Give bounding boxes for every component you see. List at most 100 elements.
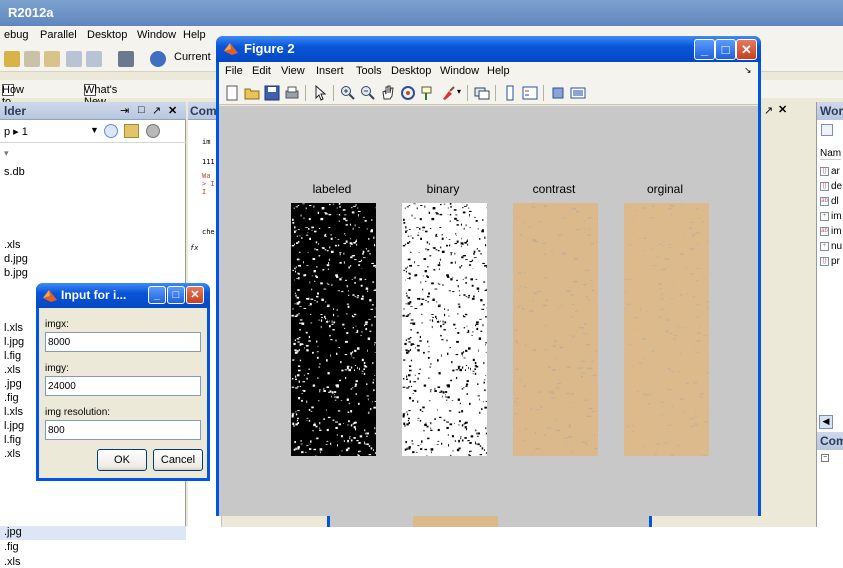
print-icon[interactable] <box>284 85 300 101</box>
help-icon[interactable] <box>150 51 166 67</box>
paste-icon[interactable] <box>44 51 60 67</box>
menu-desktop[interactable]: Desktop <box>391 65 431 77</box>
link-plot-icon[interactable] <box>474 85 490 101</box>
imgy-field[interactable] <box>45 376 201 396</box>
redo-icon[interactable] <box>86 51 102 67</box>
menu-file[interactable]: File <box>225 65 243 77</box>
menu-tools[interactable]: Tools <box>356 65 382 77</box>
list-item[interactable]: .xls <box>4 239 21 251</box>
list-item[interactable]: l.fig <box>4 350 21 362</box>
cancel-button[interactable]: Cancel <box>153 449 203 471</box>
binary-image[interactable] <box>402 203 487 456</box>
dock-arrow-icon[interactable]: ↘ <box>744 65 752 76</box>
scroll-left-icon[interactable]: ◀ <box>819 415 833 429</box>
list-item[interactable]: l.xls <box>4 322 23 334</box>
search-icon[interactable] <box>104 124 118 138</box>
imgx-field[interactable] <box>45 332 201 352</box>
close-icon[interactable]: ✕ <box>168 104 177 117</box>
list-item[interactable]: .xls <box>4 448 21 460</box>
colorbar-icon[interactable] <box>502 85 518 101</box>
maximize-button[interactable]: □ <box>167 286 185 304</box>
brush-icon[interactable] <box>440 85 456 101</box>
workspace-row[interactable]: {}de <box>820 181 842 192</box>
undo-icon[interactable] <box>66 51 82 67</box>
original-image[interactable] <box>624 203 709 456</box>
workspace-row[interactable]: +nu <box>820 241 842 252</box>
menu-window[interactable]: Window <box>137 29 176 41</box>
toolbar-separator <box>333 85 334 101</box>
command-line: 111 <box>202 158 215 166</box>
figure-title: Figure 2 <box>244 41 295 56</box>
list-item[interactable]: b.jpg <box>4 267 28 279</box>
maximize-icon[interactable]: □ <box>138 104 145 116</box>
list-item[interactable]: l.jpg <box>4 420 24 432</box>
gear-icon[interactable] <box>146 124 160 138</box>
list-item[interactable]: .xls <box>4 364 21 376</box>
list-item[interactable]: .fig <box>4 541 19 553</box>
list-item[interactable]: l.fig <box>4 434 21 446</box>
menu-help[interactable]: Help <box>183 29 206 41</box>
ok-button[interactable]: OK <box>97 449 147 471</box>
undock-icon[interactable]: ↗ <box>152 104 161 117</box>
zoom-out-icon[interactable] <box>360 85 376 101</box>
list-item[interactable]: .jpg <box>4 378 22 390</box>
hide-plot-tools-icon[interactable] <box>550 85 566 101</box>
labeled-image[interactable] <box>291 203 376 456</box>
new-variable-icon[interactable] <box>821 124 833 136</box>
list-item[interactable]: s.db <box>4 166 25 178</box>
menu-window[interactable]: Window <box>440 65 479 77</box>
maximize-button[interactable]: □ <box>715 39 736 60</box>
workspace-row[interactable]: +im <box>820 211 842 222</box>
dock-icon[interactable]: ⇥ <box>120 104 129 117</box>
img-resolution-field[interactable] <box>45 420 201 440</box>
collapse-icon[interactable]: − <box>821 454 829 462</box>
list-item[interactable]: .xls <box>4 556 21 568</box>
list-item[interactable]: .fig <box>4 392 19 404</box>
menu-edit[interactable]: Edit <box>252 65 271 77</box>
imgx-label: imgx: <box>45 319 69 330</box>
chevron-down-icon[interactable]: ▼ <box>90 125 99 135</box>
dialog-title-bar[interactable]: Input for i... _ □ ✕ <box>36 283 210 308</box>
menu-parallel[interactable]: Parallel <box>40 29 77 41</box>
undock-icon[interactable]: ↗ <box>764 104 773 117</box>
menu-view[interactable]: View <box>281 65 305 77</box>
sort-chevron-icon[interactable]: ▾ <box>4 148 9 159</box>
menu-desktop[interactable]: Desktop <box>87 29 127 41</box>
minimize-button[interactable]: _ <box>694 39 715 60</box>
list-item[interactable]: d.jpg <box>4 253 28 265</box>
workspace-row[interactable]: abdl <box>820 196 839 207</box>
close-icon[interactable]: ✕ <box>778 103 787 116</box>
pan-hand-icon[interactable] <box>380 85 396 101</box>
workspace-row[interactable]: {}pr <box>820 256 840 267</box>
simulink-icon[interactable] <box>118 51 134 67</box>
folder-up-icon[interactable] <box>124 124 139 138</box>
minimize-button[interactable]: _ <box>148 286 166 304</box>
rotate-3d-icon[interactable] <box>400 85 416 101</box>
menu-insert[interactable]: Insert <box>316 65 344 77</box>
list-item[interactable]: l.jpg <box>4 336 24 348</box>
figure-title-bar[interactable]: Figure 2 _ □ ✕ <box>216 36 761 62</box>
save-icon[interactable] <box>264 85 280 101</box>
close-button[interactable]: ✕ <box>736 39 757 60</box>
show-plot-tools-icon[interactable] <box>570 85 586 101</box>
zoom-in-icon[interactable] <box>340 85 356 101</box>
close-button[interactable]: ✕ <box>186 286 204 304</box>
new-figure-icon[interactable] <box>224 85 240 101</box>
data-cursor-icon[interactable] <box>420 85 436 101</box>
open-file-icon[interactable] <box>244 85 260 101</box>
brush-dropdown-icon[interactable]: ▾ <box>457 87 461 96</box>
menu-help[interactable]: Help <box>487 65 510 77</box>
pointer-icon[interactable] <box>312 85 328 101</box>
list-item[interactable]: .jpg <box>4 526 22 538</box>
cut-icon[interactable] <box>4 51 20 67</box>
figure-canvas[interactable]: labeled binary contrast orginal <box>219 106 758 516</box>
menu-debug[interactable]: ebug <box>4 29 28 41</box>
list-item[interactable]: l.xls <box>4 406 23 418</box>
workspace-row[interactable]: {}ar <box>820 166 840 177</box>
legend-icon[interactable] <box>522 85 538 101</box>
contrast-image[interactable] <box>513 203 598 456</box>
workspace-column-header[interactable]: Nam <box>820 148 841 160</box>
workspace-row[interactable]: abim <box>820 226 842 237</box>
folder-path[interactable]: p ▸ 1 <box>4 125 28 138</box>
copy-icon[interactable] <box>24 51 40 67</box>
